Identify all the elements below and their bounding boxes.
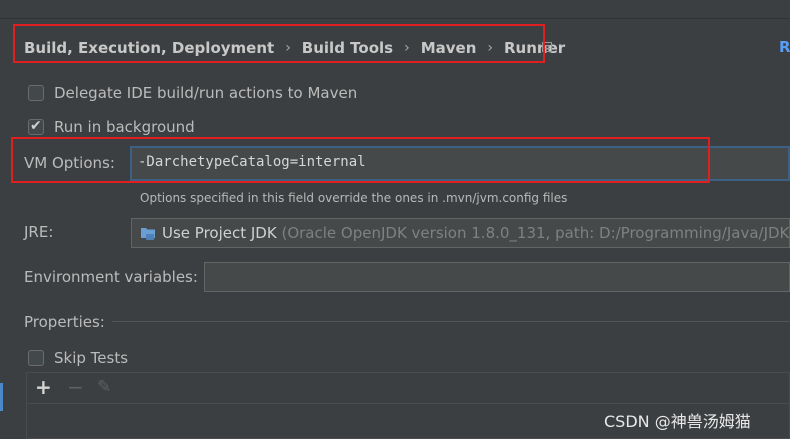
breadcrumb-item-build-tools[interactable]: Build Tools	[302, 39, 393, 57]
jre-select[interactable]: Use Project JDK (Oracle OpenJDK version …	[131, 218, 790, 248]
run-in-background-label: Run in background	[54, 118, 195, 136]
skip-tests-option[interactable]: Skip Tests	[28, 349, 128, 367]
vm-options-value: -DarchetypeCatalog=internal	[138, 154, 366, 170]
jdk-folder-icon	[141, 228, 155, 240]
delegate-label: Delegate IDE build/run actions to Maven	[54, 84, 358, 102]
reset-link[interactable]: R	[779, 38, 790, 56]
vm-options-input[interactable]: -DarchetypeCatalog=internal	[130, 146, 790, 181]
properties-separator	[112, 321, 790, 322]
breadcrumb-separator-icon: ›	[487, 40, 493, 56]
watermark: CSDN @神兽汤姆猫	[604, 412, 751, 431]
breadcrumb-separator-icon: ›	[285, 40, 291, 56]
edit-icon[interactable]: ✎	[97, 376, 111, 398]
jre-label: JRE:	[24, 223, 54, 241]
add-icon[interactable]: +	[35, 376, 52, 398]
environment-variables-label: Environment variables:	[24, 268, 198, 286]
run-in-background-option[interactable]: ✔ Run in background	[28, 118, 195, 136]
vm-options-hint: Options specified in this field override…	[140, 191, 568, 205]
vm-options-label: VM Options:	[24, 154, 115, 172]
focus-indicator	[0, 383, 3, 411]
jre-value: Use Project JDK	[162, 224, 277, 242]
top-divider	[0, 0, 790, 19]
delegate-checkbox[interactable]	[28, 85, 44, 101]
settings-scope-icon	[542, 42, 552, 52]
delegate-option[interactable]: Delegate IDE build/run actions to Maven	[28, 84, 357, 102]
breadcrumb-item-build-execution[interactable]: Build, Execution, Deployment	[24, 39, 274, 57]
breadcrumb-separator-icon: ›	[404, 40, 410, 56]
properties-toolbar: + − ✎	[27, 373, 789, 404]
properties-label: Properties:	[24, 313, 105, 331]
skip-tests-label: Skip Tests	[54, 349, 129, 367]
skip-tests-checkbox[interactable]	[28, 350, 44, 366]
breadcrumb-item-runner: Runner	[503, 39, 566, 57]
environment-variables-input[interactable]	[204, 262, 790, 292]
breadcrumb-item-maven[interactable]: Maven	[421, 39, 477, 57]
run-in-background-checkbox[interactable]: ✔	[28, 118, 44, 135]
remove-icon[interactable]: −	[67, 376, 84, 398]
checkmark-icon: ✔	[30, 118, 42, 134]
jre-detail: (Oracle OpenJDK version 1.8.0_131, path:…	[281, 224, 790, 242]
breadcrumb: Build, Execution, Deployment › Build Too…	[24, 38, 565, 58]
